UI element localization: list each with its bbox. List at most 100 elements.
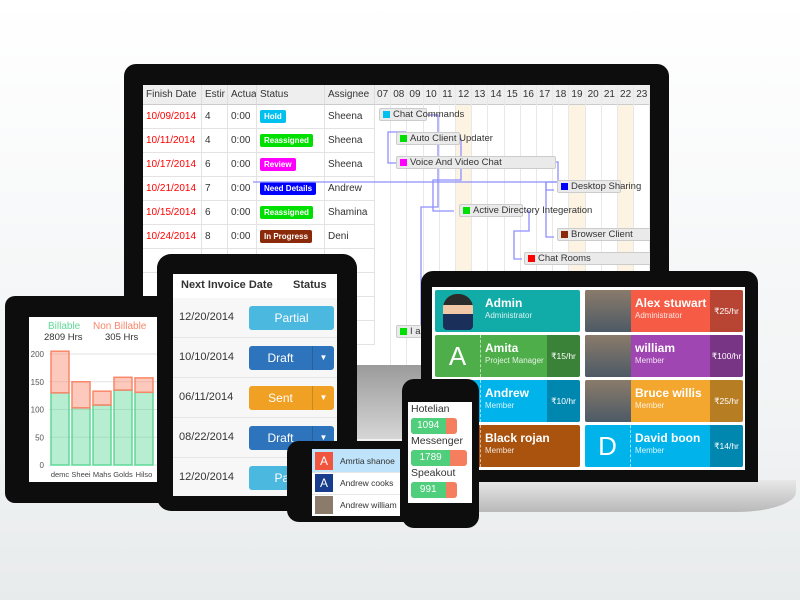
task-color — [400, 135, 407, 142]
bar-non-billable — [92, 390, 112, 406]
user-photo — [585, 290, 631, 332]
team-card[interactable]: william Member ₹100/hr — [585, 335, 743, 377]
task-color — [400, 159, 407, 166]
member-role: Administrator — [485, 311, 533, 320]
contact-item[interactable]: A Amrtia shanoe — [312, 449, 400, 473]
hourly-rate: ₹100/hr — [710, 335, 743, 377]
invoice-date: 06/11/2014 — [179, 391, 234, 403]
task-bar[interactable]: Browser Client — [557, 228, 650, 241]
app-progress: 1789 — [411, 450, 467, 466]
bar-non-billable — [50, 350, 70, 394]
invoice-date: 12/20/2014 — [179, 471, 235, 483]
task-bar[interactable]: Desktop Sharing — [557, 180, 641, 193]
bar-non-billable — [71, 381, 91, 409]
team-card[interactable]: D David boon Member ₹14/hr — [585, 425, 743, 467]
status-label: Partial — [274, 311, 309, 325]
member-name: Admin — [485, 296, 523, 310]
hourly-rate: ₹25/hr — [710, 290, 743, 332]
invoice-row[interactable]: 12/20/2014 Partial — [173, 298, 337, 338]
dropdown-caret-icon[interactable]: ▼ — [312, 346, 334, 370]
col-header: Status — [293, 279, 327, 291]
member-role: Member — [635, 356, 665, 365]
y-tick-label: 0 — [40, 461, 45, 470]
bar-billable — [92, 404, 112, 466]
col-header: Next Invoice Date — [181, 279, 273, 291]
task-bar[interactable]: Active Directory Integeration — [459, 204, 592, 217]
y-tick-label: 200 — [31, 350, 45, 359]
bar-non-billable — [134, 377, 154, 394]
app-progress-fill: 1789 — [411, 450, 451, 466]
contact-item[interactable]: A Andrew cooks — [312, 471, 400, 495]
task-color — [561, 183, 568, 190]
member-name: william — [635, 341, 676, 355]
app-stats: Hotelian 1094 Messenger 1789 Speakout 991 — [408, 402, 472, 503]
bar-billable — [50, 392, 70, 466]
dropdown-caret-icon[interactable]: ▼ — [312, 386, 334, 410]
task-bar[interactable]: Auto Client Updater — [396, 132, 493, 145]
member-name: Andrew — [485, 386, 530, 400]
avatar-letter: A — [315, 474, 333, 492]
bar-billable — [71, 407, 91, 466]
admin-avatar-icon — [443, 294, 473, 330]
invoice-row[interactable]: 10/10/2014 Draft ▼ — [173, 338, 337, 378]
member-name: Alex stuwart — [635, 296, 707, 310]
member-role: Member — [635, 446, 665, 455]
avatar-letter: A — [315, 452, 333, 470]
status-label: Draft — [267, 351, 294, 365]
task-color — [400, 328, 407, 335]
contact-name: Andrew william — [340, 500, 397, 510]
member-role: Member — [485, 446, 515, 455]
x-tick-label: Mahs — [93, 470, 112, 479]
team-card[interactable]: Admin Administrator — [435, 290, 580, 332]
invoice-date: 12/20/2014 — [179, 311, 235, 323]
invoice-date: 08/22/2014 — [179, 431, 235, 443]
team-card[interactable]: Bruce willis Member ₹25/hr — [585, 380, 743, 422]
hourly-rate: ₹15/hr — [547, 335, 580, 377]
hourly-rate: ₹25/hr — [710, 380, 743, 422]
avatar-letter: D — [585, 425, 631, 467]
x-tick-label: Golds — [113, 470, 133, 479]
user-photo — [315, 496, 333, 514]
x-tick-label: Hilso — [136, 470, 153, 479]
billable-chart: Billable 2809 Hrs Non Billable 305 Hrs 2… — [29, 317, 157, 482]
member-name: Amita — [485, 341, 519, 355]
app-progress-fill: 1094 — [411, 418, 446, 434]
member-name: Black rojan — [485, 431, 550, 445]
avatar-letter: A — [435, 335, 481, 377]
status-button[interactable]: Sent ▼ — [249, 386, 334, 410]
status-button[interactable]: Draft ▼ — [249, 346, 334, 370]
task-bar[interactable]: Chat Rooms — [524, 252, 650, 265]
member-role: Member — [635, 401, 665, 410]
bar-billable — [113, 389, 133, 466]
task-color — [463, 207, 470, 214]
member-name: David boon — [635, 431, 701, 445]
y-tick-label: 150 — [31, 378, 45, 387]
member-role: Administrator — [635, 311, 683, 320]
team-card[interactable]: A Amita Project Manager ₹15/hr — [435, 335, 580, 377]
status-button[interactable]: Partial — [249, 306, 334, 330]
app-name: Speakout — [411, 467, 456, 479]
status-label: Sent — [268, 391, 293, 405]
contact-item[interactable]: Andrew william — [312, 493, 400, 516]
contact-name: Andrew cooks — [340, 478, 394, 488]
task-bar[interactable]: Chat Commands — [379, 108, 464, 121]
app-name: Hotelian — [411, 403, 450, 415]
app-progress-fill: 991 — [411, 482, 446, 498]
user-photo — [585, 380, 631, 422]
contact-list: A Amrtia shanoe A Andrew cooks Andrew willia… — [312, 449, 400, 516]
member-name: Bruce willis — [635, 386, 702, 400]
status-label: Draft — [267, 431, 294, 445]
team-card[interactable]: Alex stuwart Administrator ₹25/hr — [585, 290, 743, 332]
app-progress: 1094 — [411, 418, 457, 434]
y-tick-label: 100 — [31, 406, 45, 415]
contact-name: Amrtia shanoe — [340, 456, 395, 466]
y-tick-label: 50 — [35, 433, 44, 442]
hourly-rate: ₹10/hr — [547, 380, 580, 422]
bar-billable — [134, 391, 154, 466]
invoice-row[interactable]: 06/11/2014 Sent ▼ — [173, 378, 337, 418]
member-role: Project Manager — [485, 356, 544, 365]
task-color — [561, 231, 568, 238]
bar-non-billable — [113, 376, 133, 391]
task-bar[interactable]: Voice And Video Chat — [396, 156, 556, 169]
task-color — [383, 111, 390, 118]
